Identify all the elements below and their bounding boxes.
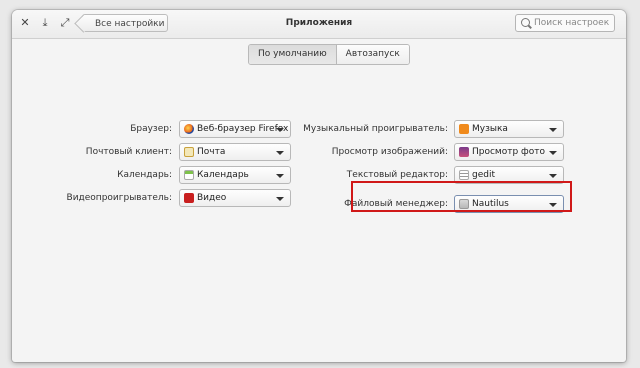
music-icon <box>459 124 469 134</box>
view-switcher: По умолчанию Автозапуск <box>248 44 410 65</box>
photo-icon <box>459 147 469 157</box>
calendar-combo[interactable]: Календарь <box>179 166 291 184</box>
mail-client-value: Почта <box>197 147 226 157</box>
image-viewer-label: Просмотр изображений: <box>331 147 448 157</box>
music-player-value: Музыка <box>472 124 508 134</box>
mail-icon <box>184 147 194 157</box>
image-viewer-value: Просмотр фото <box>472 147 545 157</box>
video-icon <box>184 193 194 203</box>
chevron-down-icon <box>276 151 284 155</box>
browser-value: Веб-браузер Firefox <box>197 124 289 134</box>
search-placeholder: Поиск настроек <box>534 18 610 28</box>
music-player-label: Музыкальный проигрыватель: <box>303 124 448 134</box>
video-player-combo[interactable]: Видео <box>179 189 291 207</box>
calendar-icon <box>184 170 194 180</box>
video-player-label: Видеопроигрыватель: <box>66 193 172 203</box>
titlebar: ✕ ⤓ ⤢ Все настройки Приложения Поиск нас… <box>12 10 626 39</box>
calendar-label: Календарь: <box>117 170 172 180</box>
chevron-down-icon <box>276 128 284 132</box>
browser-label: Браузер: <box>130 124 172 134</box>
mail-client-combo[interactable]: Почта <box>179 143 291 161</box>
music-player-combo[interactable]: Музыка <box>454 120 564 138</box>
calendar-value: Календарь <box>197 170 249 180</box>
video-player-value: Видео <box>197 193 227 203</box>
chevron-down-icon <box>276 197 284 201</box>
text-editor-value: gedit <box>472 170 495 180</box>
tab-defaults[interactable]: По умолчанию <box>249 45 336 64</box>
highlight-box <box>351 181 572 212</box>
chevron-down-icon <box>549 174 557 178</box>
image-viewer-combo[interactable]: Просмотр фото <box>454 143 564 161</box>
chevron-down-icon <box>549 151 557 155</box>
search-input[interactable]: Поиск настроек <box>515 14 615 32</box>
browser-combo[interactable]: Веб-браузер Firefox <box>179 120 291 138</box>
chevron-down-icon <box>276 174 284 178</box>
firefox-icon <box>184 124 194 134</box>
mail-client-label: Почтовый клиент: <box>85 147 172 157</box>
text-editor-icon <box>459 170 469 180</box>
tab-autostart[interactable]: Автозапуск <box>335 45 409 64</box>
search-icon <box>521 18 530 27</box>
chevron-down-icon <box>549 128 557 132</box>
